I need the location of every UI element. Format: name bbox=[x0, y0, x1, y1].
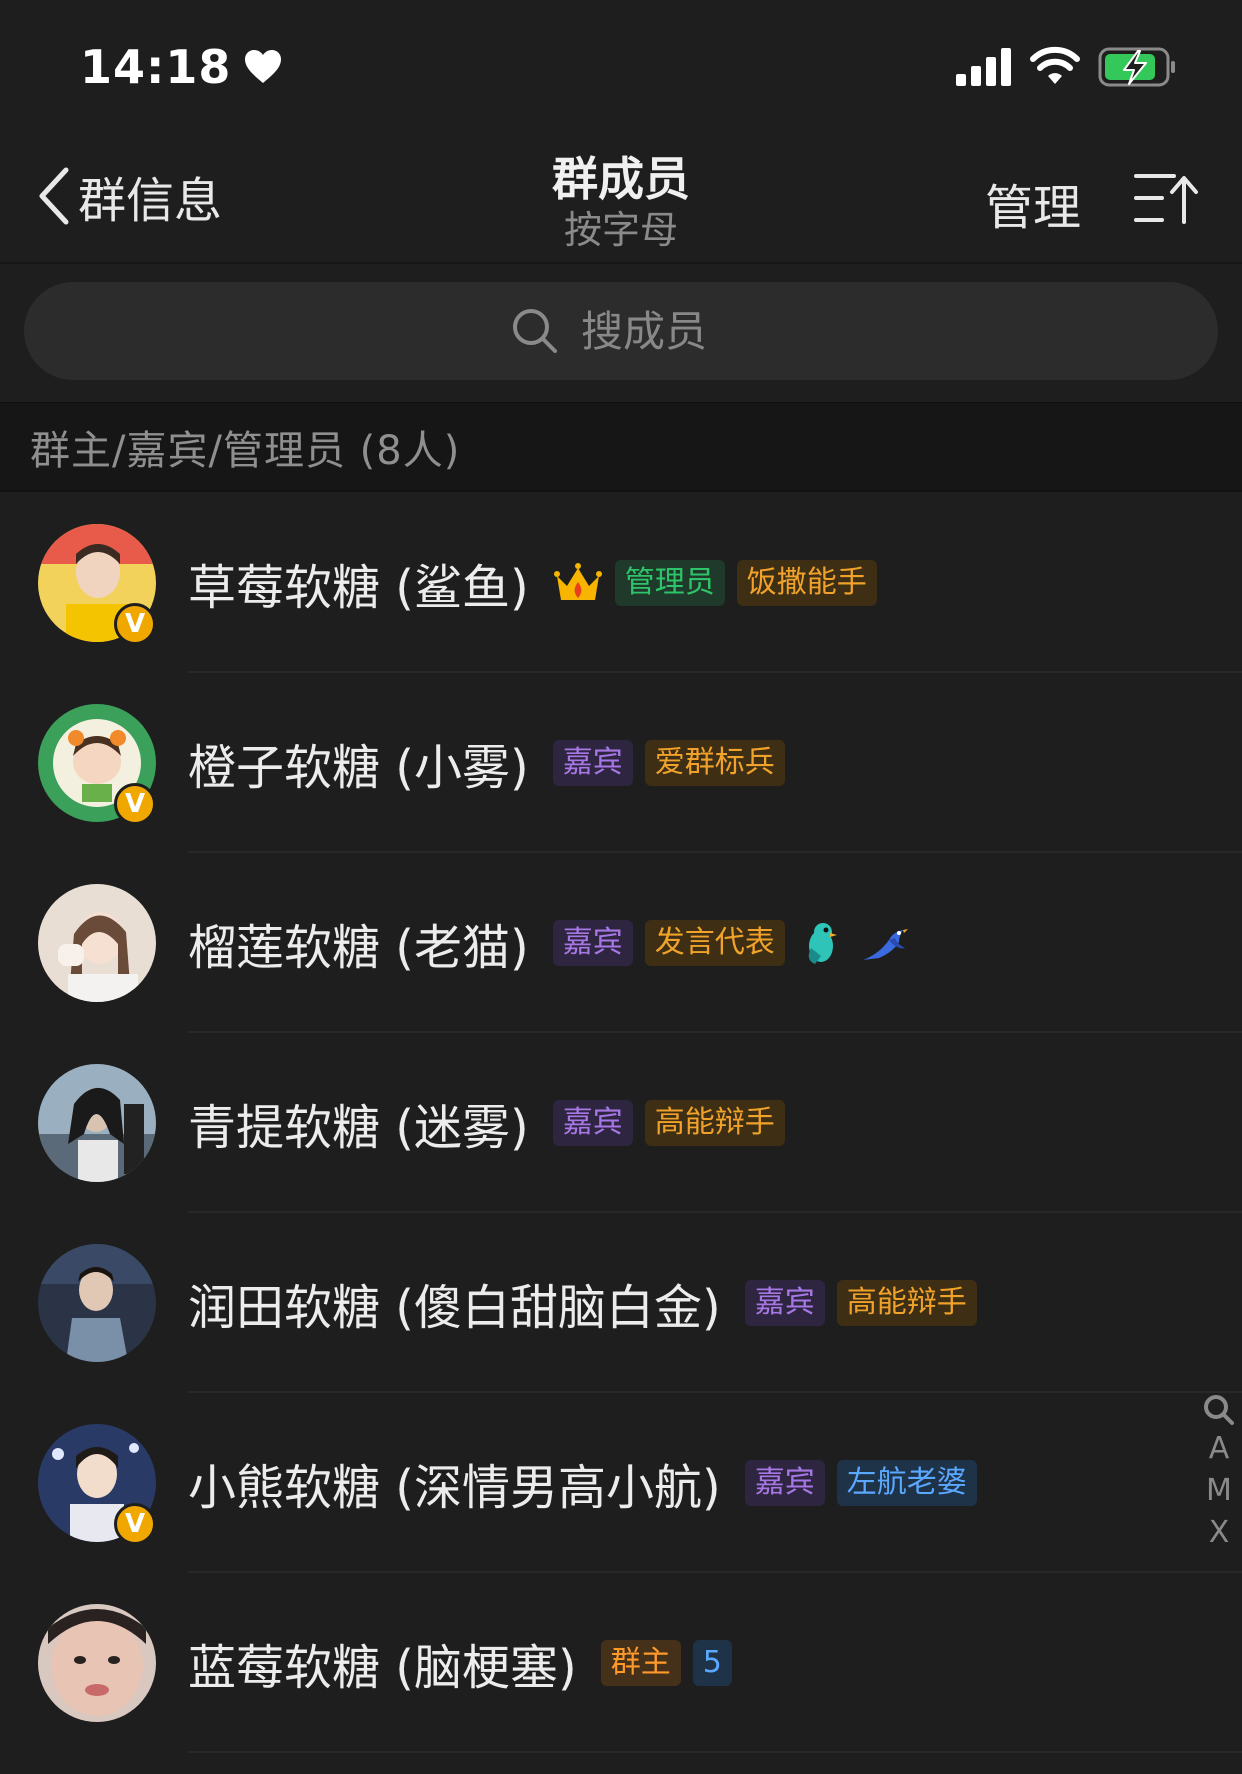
list-item[interactable]: 润田软糖 (傻白甜脑白金) 嘉宾 高能辩手 bbox=[0, 1213, 1242, 1393]
guest-tag: 嘉宾 bbox=[552, 920, 633, 966]
avatar-image bbox=[38, 1244, 156, 1362]
member-name: 榴莲软糖 (老猫) bbox=[188, 920, 529, 976]
level-tag: 5 bbox=[692, 1640, 732, 1686]
member-info: 草莓软糖 (鲨鱼) 管理员 饭撒能手 bbox=[188, 493, 877, 673]
index-bar: A M X bbox=[1198, 1394, 1240, 1552]
owner-tag: 群主 bbox=[600, 1640, 681, 1686]
search-input[interactable] bbox=[581, 306, 731, 356]
crown-icon bbox=[553, 563, 602, 600]
verified-badge: V bbox=[114, 603, 156, 645]
nav-title-group: 群成员 按字母 bbox=[471, 150, 771, 252]
verified-badge: V bbox=[114, 1503, 156, 1545]
list-item[interactable]: 青提软糖 (迷雾) 嘉宾 高能辩手 bbox=[0, 1033, 1242, 1213]
guest-tag: 嘉宾 bbox=[744, 1460, 825, 1506]
title-tag: 饭撒能手 bbox=[736, 560, 877, 606]
member-name: 橙子软糖 (小雾) bbox=[188, 740, 529, 796]
wifi-icon bbox=[1030, 46, 1080, 84]
title-tag: 左航老婆 bbox=[836, 1460, 977, 1506]
guest-tag: 嘉宾 bbox=[744, 1280, 825, 1326]
member-info: 青提软糖 (迷雾) 嘉宾 高能辩手 bbox=[188, 1033, 785, 1213]
avatar-image bbox=[38, 884, 156, 1002]
member-info: 橙子软糖 (小雾) 嘉宾 爱群标兵 bbox=[188, 673, 785, 853]
manage-button[interactable]: 管理 bbox=[985, 168, 1081, 238]
title-tag: 发言代表 bbox=[644, 920, 785, 966]
guest-tag: 嘉宾 bbox=[552, 1100, 633, 1146]
member-name: 润田软糖 (傻白甜脑白金) bbox=[188, 1280, 721, 1336]
member-list: V 草莓软糖 (鲨鱼) 管理员 饭撒能手 V 橙子软糖 (小雾) 嘉宾 爱群标兵… bbox=[0, 493, 1242, 1753]
status-time: 14:18 bbox=[80, 40, 283, 94]
index-letter-a[interactable]: A bbox=[1209, 1430, 1230, 1468]
heart-icon bbox=[245, 50, 282, 83]
guest-tag: 嘉宾 bbox=[552, 740, 633, 786]
section-label: 群主/嘉宾/管理员 (8人) bbox=[30, 427, 461, 474]
bird-icon bbox=[808, 923, 837, 964]
signal-icon bbox=[956, 48, 1011, 86]
index-letter-m[interactable]: M bbox=[1206, 1472, 1232, 1510]
title-tag: 爱群标兵 bbox=[644, 740, 785, 786]
battery-charging-icon bbox=[1098, 47, 1175, 87]
avatar-image bbox=[38, 1604, 156, 1722]
index-letter-x[interactable]: X bbox=[1209, 1514, 1230, 1552]
sort-ascending-icon[interactable] bbox=[1134, 170, 1198, 226]
search-icon bbox=[513, 309, 557, 353]
member-info: 蓝莓软糖 (脑梗塞) 群主 5 bbox=[188, 1573, 732, 1753]
list-item[interactable]: V 小熊软糖 (深情男高小航) 嘉宾 左航老婆 bbox=[0, 1393, 1242, 1573]
chevron-left-icon bbox=[39, 167, 69, 225]
title-tag: 高能辩手 bbox=[644, 1100, 785, 1146]
avatar[interactable] bbox=[38, 1244, 156, 1362]
admin-tag: 管理员 bbox=[614, 560, 725, 606]
back-button[interactable]: 群信息 bbox=[34, 166, 222, 229]
member-name: 小熊软糖 (深情男高小航) bbox=[188, 1460, 721, 1516]
avatar[interactable] bbox=[38, 1064, 156, 1182]
avatar[interactable] bbox=[38, 884, 156, 1002]
section-header: 群主/嘉宾/管理员 (8人) bbox=[0, 402, 1242, 492]
avatar[interactable] bbox=[38, 1604, 156, 1722]
status-bar: 14:18 bbox=[0, 0, 1242, 120]
member-name: 草莓软糖 (鲨鱼) bbox=[188, 560, 529, 616]
member-info: 小熊软糖 (深情男高小航) 嘉宾 左航老婆 bbox=[188, 1393, 977, 1573]
member-name: 蓝莓软糖 (脑梗塞) bbox=[188, 1640, 577, 1696]
search-bar[interactable] bbox=[24, 282, 1218, 380]
back-label: 群信息 bbox=[78, 173, 223, 229]
list-item[interactable]: V 草莓软糖 (鲨鱼) 管理员 饭撒能手 bbox=[0, 493, 1242, 673]
member-info: 润田软糖 (傻白甜脑白金) 嘉宾 高能辩手 bbox=[188, 1213, 977, 1393]
list-item[interactable]: 榴莲软糖 (老猫) 嘉宾 发言代表 bbox=[0, 853, 1242, 1033]
list-item[interactable]: V 橙子软糖 (小雾) 嘉宾 爱群标兵 bbox=[0, 673, 1242, 853]
list-item[interactable]: 蓝莓软糖 (脑梗塞) 群主 5 bbox=[0, 1573, 1242, 1753]
member-info: 榴莲软糖 (老猫) 嘉宾 发言代表 bbox=[188, 853, 909, 1033]
search-icon[interactable] bbox=[1203, 1394, 1235, 1426]
verified-badge: V bbox=[114, 783, 156, 825]
title-tag: 高能辩手 bbox=[836, 1280, 977, 1326]
page-title: 群成员 bbox=[552, 152, 690, 206]
nav-bar: 群信息 群成员 按字母 管理 bbox=[0, 120, 1242, 264]
swallow-icon bbox=[862, 929, 908, 960]
avatar-image bbox=[38, 1064, 156, 1182]
time-label: 14:18 bbox=[80, 40, 232, 94]
member-name: 青提软糖 (迷雾) bbox=[188, 1100, 529, 1156]
page-subtitle: 按字母 bbox=[563, 208, 678, 252]
